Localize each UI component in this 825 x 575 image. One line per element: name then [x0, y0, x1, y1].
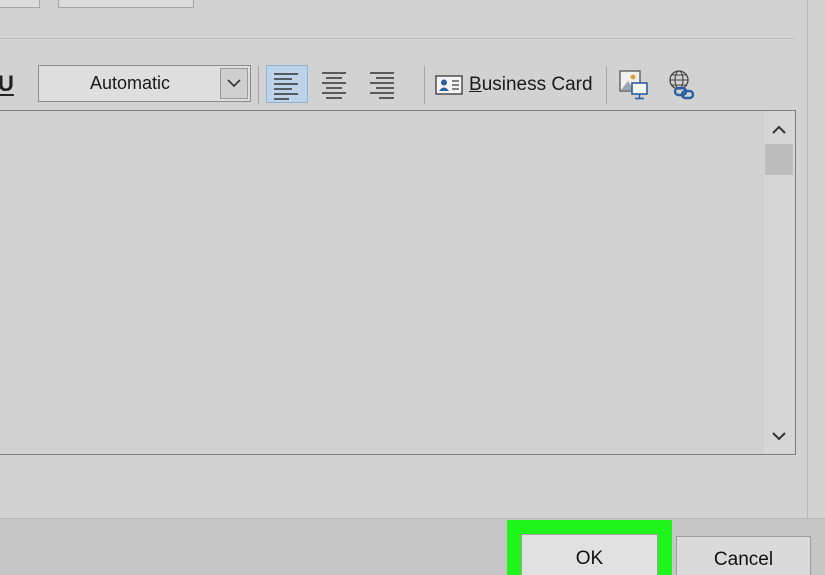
dropdown-button[interactable] — [220, 68, 248, 99]
scroll-thumb[interactable] — [765, 144, 793, 175]
vertical-scrollbar[interactable] — [763, 111, 794, 454]
toolbar-separator — [606, 66, 607, 104]
cancel-button[interactable]: Cancel — [676, 536, 811, 575]
ok-button[interactable]: OK — [521, 534, 658, 575]
toolbar-separator — [258, 66, 259, 104]
font-color-select[interactable]: Automatic — [38, 65, 251, 102]
hyperlink-icon — [669, 70, 695, 100]
chevron-up-icon — [772, 125, 786, 134]
business-card-label: Business Card — [469, 74, 593, 95]
insert-hyperlink-button[interactable] — [666, 68, 698, 102]
align-right-icon — [370, 72, 394, 99]
scroll-up-button[interactable] — [764, 114, 794, 144]
business-card-icon — [435, 75, 463, 95]
business-card-button[interactable]: Business Card — [435, 68, 593, 102]
font-color-value: Automatic — [89, 73, 171, 93]
chevron-down-icon — [772, 432, 786, 441]
align-right-button[interactable] — [361, 65, 403, 103]
align-left-icon — [274, 73, 298, 100]
scroll-down-button[interactable] — [764, 421, 794, 451]
toolbar-separator — [424, 66, 425, 104]
top-button-right[interactable] — [58, 0, 194, 8]
signature-editor-dialog: U Automatic Business Card OK Cancel — [0, 0, 825, 575]
align-center-icon — [322, 72, 346, 99]
dialog-edge — [807, 0, 808, 520]
insert-picture-button[interactable] — [618, 68, 650, 102]
underline-button[interactable]: U — [0, 68, 20, 100]
insert-picture-icon — [619, 70, 648, 100]
chevron-down-icon — [227, 79, 241, 88]
signature-text-editor[interactable] — [0, 110, 796, 455]
align-center-button[interactable] — [313, 65, 355, 103]
section-divider — [0, 38, 795, 39]
top-button-left[interactable] — [0, 0, 40, 8]
align-left-button[interactable] — [266, 65, 308, 103]
